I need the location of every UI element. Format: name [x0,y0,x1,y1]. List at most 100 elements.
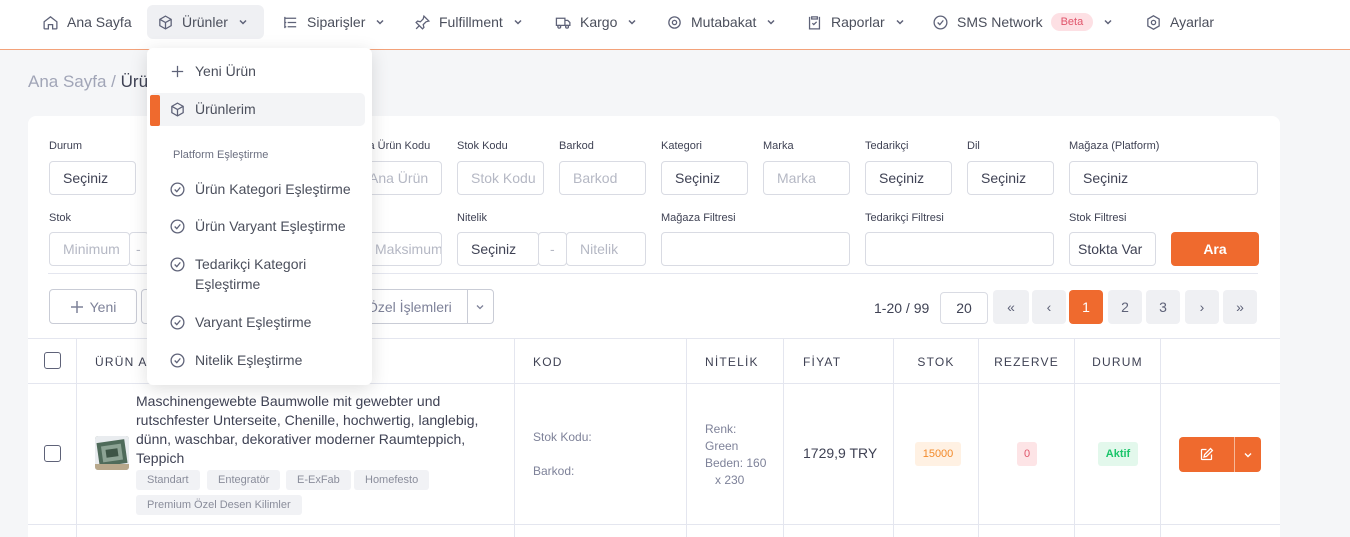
filter-label-kategori: Kategori [661,140,702,152]
breadcrumb-home[interactable]: Ana Sayfa / [28,72,116,91]
menu-item-tedarikci-kategori-eslestirme[interactable]: Tedarikçi Kategori Eşleştirme [147,254,372,294]
nav-item-ayarlar[interactable]: Ayarlar [1135,5,1224,39]
tedarikci-filtresi-select[interactable] [865,232,1054,266]
select-all-checkbox[interactable] [44,352,61,369]
nav-item-sms-network[interactable]: SMS Network Beta [922,5,1123,39]
prev-page-button[interactable]: ‹ [1032,290,1066,324]
kategori-select[interactable]: Seçiniz [661,161,748,195]
nav-label: Ayarlar [1170,14,1215,30]
chevron-down-icon [628,19,636,25]
barcode-label: Barkod: [533,464,575,478]
last-page-button[interactable]: » [1223,290,1257,324]
header-select-cell [28,339,77,384]
chevron-down-icon [1104,19,1112,25]
menu-item-nitelik-eslestirme[interactable]: Nitelik Eşleştirme [147,349,372,371]
page-size-select[interactable]: 20 [940,292,988,324]
product-tag: Standart [136,470,200,490]
nitelik-value-input[interactable]: Nitelik [566,232,646,266]
truck-icon [555,17,571,29]
menu-item-label: Yeni Ürün [195,63,256,79]
stock-badge: 15000 [915,442,961,466]
menu-item-label: Ürünlerim [195,101,256,117]
magaza-select[interactable]: Seçiniz [1069,161,1258,195]
column-separator [1160,384,1161,537]
barkod-input[interactable]: Barkod [559,161,646,195]
nav-label: Kargo [580,14,618,30]
header-code[interactable]: KOD [515,339,687,384]
header-attribute[interactable]: NİTELİK [687,339,784,384]
nav-label: Siparişler [307,14,366,30]
header-status[interactable]: DURUM [1075,339,1161,384]
column-separator [1074,384,1075,537]
filter-label-dil: Dil [967,140,980,152]
stok-min-input[interactable]: Minimum [49,232,130,266]
first-page-button[interactable]: « [993,290,1029,324]
attr-renk-label: Renk: [705,422,737,436]
check-circle-icon [170,352,185,368]
marka-input[interactable]: Marka [763,161,850,195]
check-circle-icon [170,257,185,272]
filter-label-magaza-filtresi: Mağaza Filtresi [661,212,736,224]
pagination-count: 1-20 / 99 [874,300,930,316]
nav-item-urunler[interactable]: Ürünler [147,5,264,39]
page-1-button[interactable]: 1 [1069,290,1103,324]
stok-kodu-input[interactable]: Stok Kodu [457,161,544,195]
column-separator [76,384,77,537]
product-name[interactable]: Maschinengewebte Baumwolle mit gewebter … [136,392,506,468]
product-price: 1729,9 TRY [803,445,878,461]
nav-item-kargo[interactable]: Kargo [545,5,647,39]
list-tree-icon [284,16,297,28]
page-3-button[interactable]: 3 [1146,290,1180,324]
chevron-down-icon[interactable] [1243,450,1253,460]
max-input[interactable]: Maksimum [365,232,442,266]
nitelik-select[interactable]: Seçiniz [457,232,539,266]
coin-icon [668,15,681,29]
nav-label: Raporlar [831,14,885,30]
edit-icon[interactable] [1199,447,1214,462]
bulk-actions-label: Özel İşlemleri [367,298,452,315]
nav-item-ana-sayfa[interactable]: Ana Sayfa [32,5,142,39]
row-separator [28,524,1280,525]
menu-item-urun-varyant-eslestirme[interactable]: Ürün Varyant Eşleştirme [147,215,372,237]
product-tag: E-ExFab [286,470,351,490]
menu-item-new-product[interactable]: Yeni Ürün [147,60,372,82]
menu-item-label: Varyant Eşleştirme [195,314,312,330]
column-separator [783,384,784,537]
action-separator [1234,437,1235,472]
row-checkbox[interactable] [44,445,61,462]
new-product-button[interactable]: Yeni [49,289,137,324]
menu-item-urun-kategori-eslestirme[interactable]: Ürün Kategori Eşleştirme [147,178,372,200]
nav-item-siparisler[interactable]: Siparişler [272,5,395,39]
magaza-filtresi-select[interactable] [661,232,850,266]
pin-icon [415,14,431,30]
chevron-down-icon [476,305,484,310]
chevron-down-icon [896,19,904,25]
product-tag: Entegratör [207,470,281,490]
nav-item-raporlar[interactable]: Raporlar [796,5,915,39]
filter-label-magaza: Mağaza (Platform) [1069,140,1160,152]
header-stock[interactable]: STOK [894,339,979,384]
stok-filtresi-select[interactable]: Stokta Var [1069,232,1156,266]
durum-select[interactable]: Seçiniz [49,161,136,195]
status-badge: Aktif [1098,442,1138,466]
filter-label-stok: Stok [49,212,72,224]
check-circle-icon [170,181,185,197]
product-thumbnail[interactable] [95,436,129,470]
tedarikci-select[interactable]: Seçiniz [865,161,952,195]
filter-label-marka: Marka [763,140,794,152]
attr-beden: Beden: 160 [705,456,767,470]
menu-item-varyant-eslestirme[interactable]: Varyant Eşleştirme [147,311,372,333]
menu-item-label: Ürün Kategori Eşleştirme [195,181,351,197]
chevron-down-icon [514,19,522,25]
header-reserve[interactable]: REZERVE [979,339,1075,384]
search-button[interactable]: Ara [1171,232,1259,266]
nav-item-mutabakat[interactable]: Mutabakat [656,5,786,39]
menu-item-my-products[interactable]: Ürünlerim [147,98,372,120]
nav-item-fulfillment[interactable]: Fulfillment [404,5,533,39]
chevron-down-icon [767,19,775,25]
check-circle-icon [933,14,948,30]
next-page-button[interactable]: › [1185,290,1219,324]
header-price[interactable]: FİYAT [784,339,894,384]
page-2-button[interactable]: 2 [1108,290,1142,324]
dil-select[interactable]: Seçiniz [967,161,1054,195]
